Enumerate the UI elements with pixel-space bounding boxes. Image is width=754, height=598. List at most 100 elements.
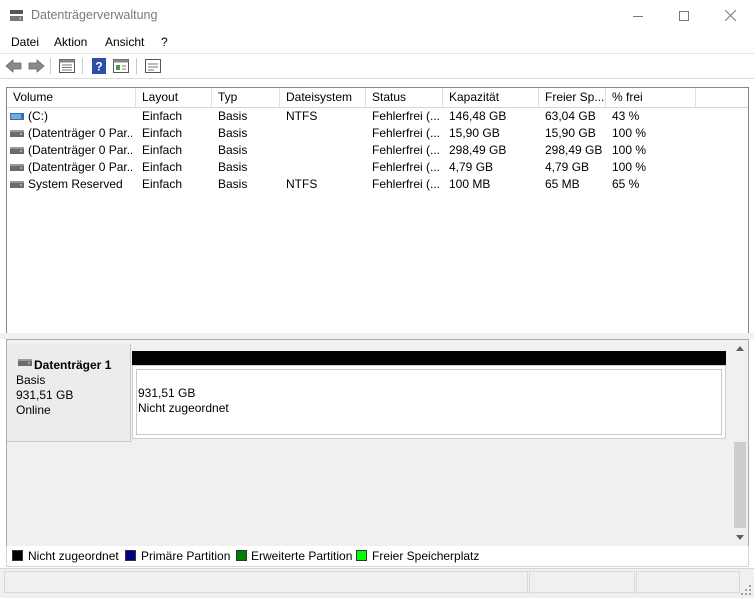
legend-swatch-primary [125,550,136,561]
cell-prozent-frei: 43 % [612,109,640,123]
cell-typ: Basis [218,177,248,191]
menu-bar: Datei Aktion Ansicht ? [0,32,754,54]
cell-layout: Einfach [142,109,183,123]
menu-datei[interactable]: Datei [11,35,39,49]
disk-size: 931,51 GB [16,388,74,402]
close-button[interactable] [707,0,753,31]
volume-icon [10,130,24,137]
column-header-prozent-frei[interactable]: % frei [606,88,696,107]
cell-typ: Basis [218,109,248,123]
cell-kapazitaet: 4,79 GB [449,160,494,174]
scroll-up-button[interactable] [731,340,748,357]
title-bar: Datenträgerverwaltung [0,0,754,32]
cell-layout: Einfach [142,177,183,191]
column-header-status[interactable]: Status [366,88,443,107]
minimize-button[interactable] [615,0,661,31]
properties-button[interactable] [112,57,130,75]
toolbar-separator [136,58,137,74]
disk-name: Datenträger 1 [34,358,112,372]
cell-kapazitaet: 146,48 GB [449,109,507,123]
console-button[interactable] [144,57,162,75]
legend-swatch-extended [236,550,247,561]
cell-typ: Basis [218,126,248,140]
cell-kapazitaet: 15,90 GB [449,126,500,140]
column-header-layout[interactable]: Layout [136,88,212,107]
cell-layout: Einfach [142,160,183,174]
back-button[interactable] [4,57,22,75]
help-icon: ? [92,58,106,74]
column-header-volume[interactable]: Volume [7,88,136,107]
unallocated-partition[interactable]: 931,51 GB Nicht zugeordnet [132,365,726,439]
legend-label-primary: Primäre Partition [141,549,231,563]
cell-volume: (Datenträger 0 Par... [28,126,132,140]
legend-swatch-unallocated [12,550,23,561]
cell-prozent-frei: 100 % [612,160,647,174]
help-button[interactable]: ? [90,57,108,75]
legend: Nicht zugeordnet Primäre Partition Erwei… [6,546,749,567]
system-volume-icon [10,113,24,120]
column-header-typ[interactable]: Typ [212,88,280,107]
column-header-dateisystem[interactable]: Dateisystem [280,88,366,107]
cell-status: Fehlerfrei (... [372,109,441,123]
volume-row[interactable]: (Datenträger 0 Par... Einfach Basis Fehl… [7,159,748,176]
legend-label-free-space: Freier Speicherplatz [372,549,480,563]
disk-type: Basis [16,373,46,387]
svg-text:?: ? [95,60,102,74]
partition-size: 931,51 GB [138,386,196,400]
show-list-button[interactable] [58,57,76,75]
volume-row[interactable]: System Reserved Einfach Basis NTFS Fehle… [7,176,748,193]
disk-management-app-icon [10,10,23,21]
disk-label-panel[interactable]: Datenträger 1 Basis 931,51 GB Online [7,344,131,442]
cell-freier-speicher: 63,04 GB [545,109,596,123]
forward-arrow-icon [28,59,45,73]
scrollbar-thumb[interactable] [734,442,746,528]
cell-status: Fehlerfrei (... [372,126,441,140]
column-header-freier-speicher[interactable]: Freier Sp... [539,88,606,107]
menu-ansicht[interactable]: Ansicht [105,35,144,49]
cell-status: Fehlerfrei (... [372,177,441,191]
cell-dateisystem: NTFS [286,109,318,123]
maximize-icon [679,10,689,21]
volume-row[interactable]: (Datenträger 0 Par... Einfach Basis Fehl… [7,142,748,159]
cell-volume: (C:) [28,109,48,123]
maximize-button[interactable] [661,0,707,31]
cell-freier-speicher: 65 MB [545,177,580,191]
console-icon [145,59,161,73]
resize-grip-icon[interactable] [740,584,752,596]
disk-state: Online [16,403,51,417]
volume-list-header: Volume Layout Typ Dateisystem Status Kap… [7,88,748,108]
minimize-icon [633,15,643,17]
cell-status: Fehlerfrei (... [372,160,441,174]
cell-dateisystem: NTFS [286,177,318,191]
forward-button[interactable] [27,57,45,75]
window-title: Datenträgerverwaltung [31,8,158,22]
disk-list-icon [59,59,75,73]
cell-kapazitaet: 100 MB [449,177,491,191]
status-pane-tertiary [636,571,740,593]
cell-volume: System Reserved [28,177,123,191]
volume-icon [10,147,24,154]
cell-prozent-frei: 100 % [612,126,647,140]
column-header-kapazitaet[interactable]: Kapazität [443,88,539,107]
close-icon [724,10,736,21]
status-pane-secondary [529,571,635,593]
vertical-scrollbar[interactable] [731,340,748,546]
scroll-down-button[interactable] [731,529,748,546]
cell-kapazitaet: 298,49 GB [449,143,507,157]
partition-label: Nicht zugeordnet [138,401,229,415]
cell-freier-speicher: 298,49 GB [545,143,603,157]
disk-icon [18,359,32,366]
cell-layout: Einfach [142,126,183,140]
toolbar: ? [0,54,754,79]
menu-help[interactable]: ? [161,35,168,49]
legend-label-extended: Erweiterte Partition [251,549,353,563]
volume-row[interactable]: (C:) Einfach Basis NTFS Fehlerfrei (... … [7,108,748,125]
menu-aktion[interactable]: Aktion [54,35,87,49]
cell-status: Fehlerfrei (... [372,143,441,157]
volume-row[interactable]: (Datenträger 0 Par... Einfach Basis Fehl… [7,125,748,142]
scroll-down-arrow-icon [735,535,744,540]
properties-icon [113,59,129,73]
cell-typ: Basis [218,160,248,174]
toolbar-separator [82,58,83,74]
cell-prozent-frei: 100 % [612,143,647,157]
